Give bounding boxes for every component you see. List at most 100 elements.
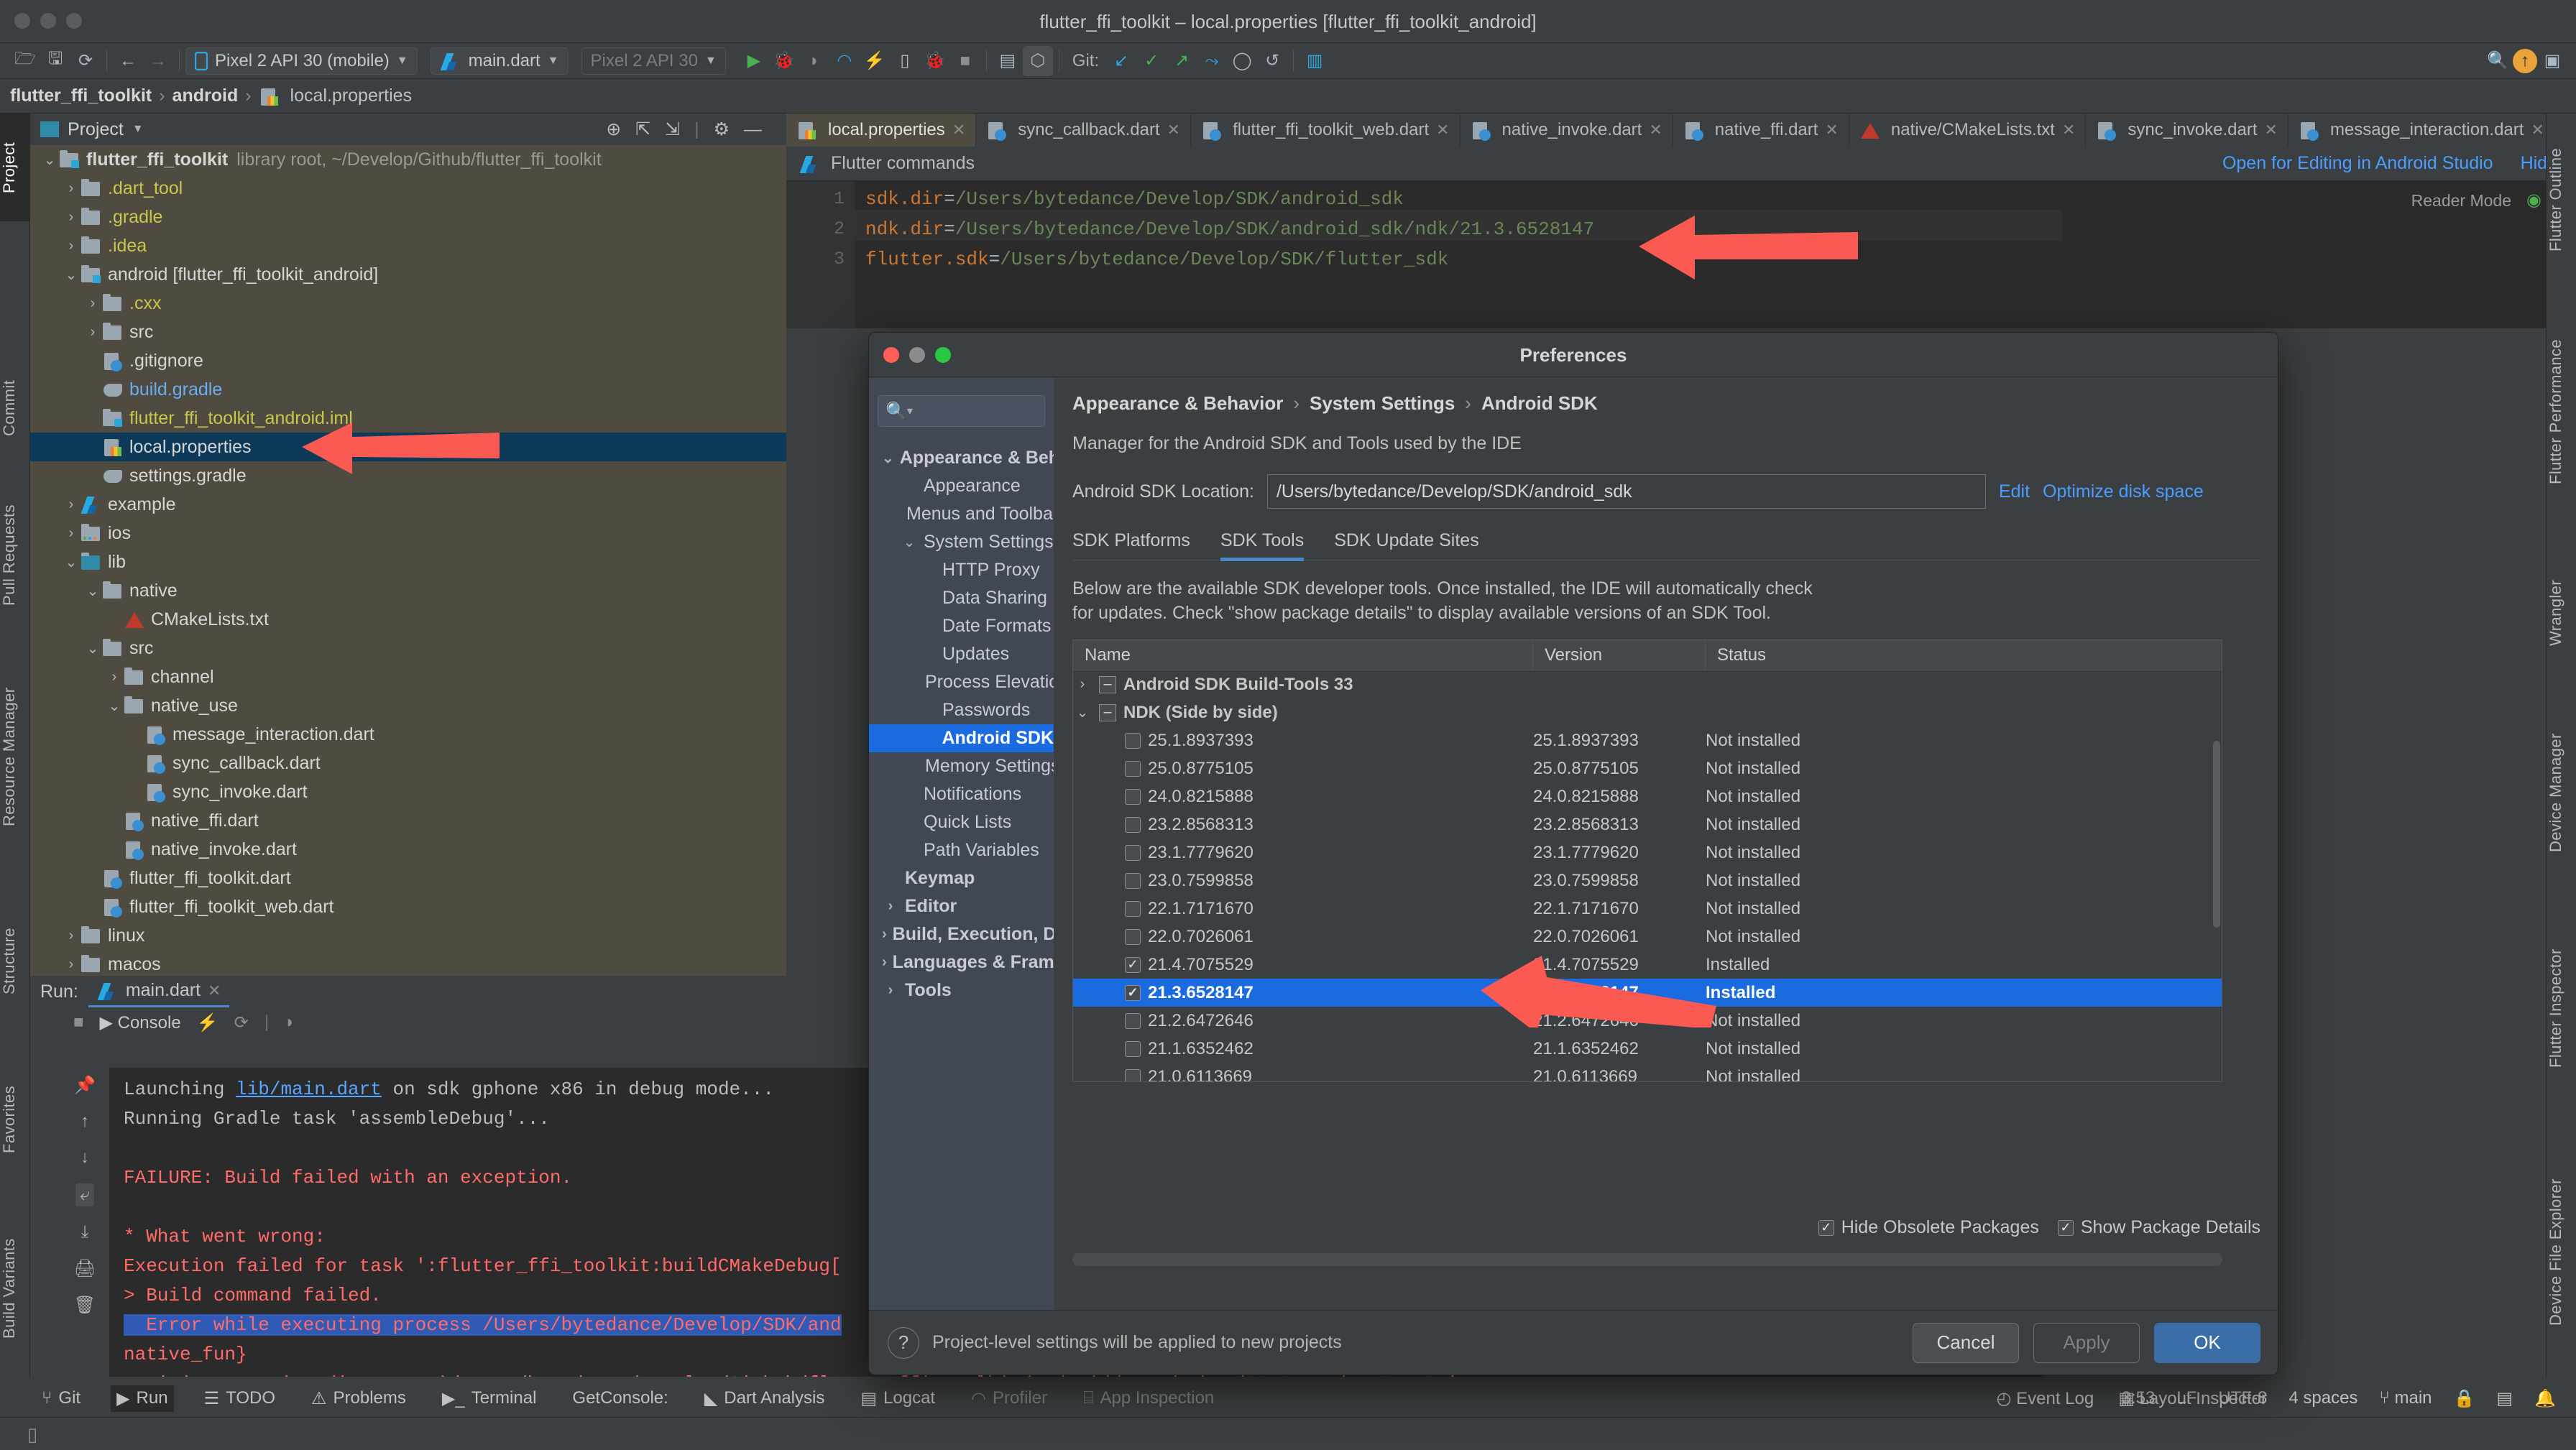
close-icon[interactable]: ✕	[952, 121, 965, 139]
tree-expander-icon[interactable]: ›	[105, 669, 124, 685]
tree-row[interactable]: native_ffi.dart	[30, 806, 786, 835]
sidebar-item-resource-manager[interactable]: Resource Manager	[0, 660, 30, 854]
tree-row[interactable]: ›.dart_tool	[30, 174, 786, 203]
tree-expander-icon[interactable]: ⌄	[105, 697, 124, 715]
tree-row[interactable]: sync_callback.dart	[30, 749, 786, 777]
expand-all-icon[interactable]: ⇱	[635, 119, 650, 140]
table-row[interactable]: 23.0.759985823.0.7599858Not installed	[1073, 867, 2222, 895]
chevron-down-icon[interactable]: ▼	[132, 123, 144, 136]
editor-tab[interactable]: sync_callback.dart✕	[976, 114, 1191, 147]
run-icon[interactable]: ▶	[739, 46, 769, 76]
column-header-status[interactable]: Status	[1706, 640, 2222, 670]
tree-row[interactable]: native_invoke.dart	[30, 835, 786, 864]
layout-inspector-button[interactable]: ▦ Layout Inspector	[2118, 1388, 2267, 1409]
status-bar-item-getconsole[interactable]: GetConsole:	[566, 1385, 673, 1411]
settings-search-input[interactable]: 🔍 ▾	[878, 395, 1045, 427]
sdk-location-input[interactable]	[1267, 474, 1986, 509]
run-config-selector[interactable]: main.dart ▼	[431, 47, 569, 75]
checkbox-icon[interactable]	[1125, 901, 1141, 917]
close-icon[interactable]: ✕	[1436, 121, 1449, 139]
close-icon[interactable]: ✕	[2531, 121, 2544, 139]
tree-expander-icon[interactable]: ›	[62, 497, 80, 513]
tree-expander-icon[interactable]: ›	[62, 180, 80, 197]
tree-row[interactable]: flutter_ffi_toolkit_android.iml	[30, 404, 786, 433]
settings-nav-item-quick-lists[interactable]: Quick Lists	[869, 808, 1054, 836]
close-icon[interactable]: ✕	[1167, 121, 1180, 139]
settings-nav-item-http-proxy[interactable]: HTTP Proxy	[869, 556, 1054, 584]
table-row[interactable]: 22.1.717167022.1.7171670Not installed	[1073, 895, 2222, 923]
horizontal-scrollbar[interactable]	[1072, 1253, 2222, 1266]
editor-tab[interactable]: native_ffi.dart✕	[1673, 114, 1849, 147]
open-in-android-studio-link[interactable]: Open for Editing in Android Studio	[2222, 153, 2493, 174]
tree-row[interactable]: ›.idea	[30, 231, 786, 260]
table-scrollbar[interactable]	[2213, 741, 2220, 928]
tree-row[interactable]: ›channel	[30, 662, 786, 691]
table-row[interactable]: ✓21.3.652814721.3.6528147Installed	[1073, 979, 2222, 1007]
table-row[interactable]: 24.0.821588824.0.8215888Not installed	[1073, 782, 2222, 811]
tree-expander-icon[interactable]: ›	[62, 238, 80, 254]
gear-icon[interactable]: ⚙	[714, 119, 730, 140]
tree-expander-icon[interactable]: ⌄	[40, 151, 59, 169]
memory-indicator-icon[interactable]: ▤	[2496, 1388, 2513, 1409]
sidebar-item-pull-requests[interactable]: Pull Requests	[0, 473, 30, 638]
checkbox-icon[interactable]	[1125, 761, 1141, 777]
event-log-button[interactable]: ◴ Event Log	[1997, 1388, 2094, 1409]
checkbox-icon[interactable]: ✓	[1125, 957, 1141, 973]
sidebar-item-device-manager[interactable]: Device Manager	[2547, 696, 2576, 890]
breadcrumb-module[interactable]: android	[172, 86, 239, 106]
cancel-button[interactable]: Cancel	[1913, 1323, 2019, 1363]
scroll-to-end-icon[interactable]: ⤓	[81, 1222, 89, 1242]
tree-row[interactable]: ⌄src	[30, 634, 786, 662]
chevron-icon[interactable]: ›	[882, 982, 899, 999]
tree-row[interactable]: ⌄native	[30, 576, 786, 605]
checkbox-icon[interactable]	[1125, 817, 1141, 833]
tree-row[interactable]: ›src	[30, 318, 786, 346]
sidebar-item-device-file-explorer[interactable]: Device File Explorer	[2547, 1134, 2576, 1371]
editor-gutter[interactable]: 1 2 3	[786, 181, 855, 328]
partial-checkbox-icon[interactable]: –	[1099, 676, 1116, 693]
editor-tab[interactable]: sync_invoke.dart✕	[2086, 114, 2288, 147]
hot-reload-icon[interactable]: ⚡	[860, 46, 890, 76]
tree-row[interactable]: flutter_ffi_toolkit_web.dart	[30, 892, 786, 921]
checkbox-icon[interactable]	[1125, 1069, 1141, 1083]
open-devtools-icon[interactable]: ◗	[285, 1012, 295, 1033]
editor-tab[interactable]: message_interaction.dart✕	[2288, 114, 2555, 147]
git-revert-icon[interactable]: ↺	[1257, 46, 1287, 76]
tree-row[interactable]: ›example	[30, 490, 786, 519]
sidebar-item-build-variants[interactable]: Build Variants	[0, 1206, 30, 1371]
hot-reload-icon[interactable]: ⚡	[197, 1012, 218, 1033]
checkbox-icon[interactable]	[1125, 929, 1141, 945]
settings-nav-item-appearance[interactable]: Appearance	[869, 472, 1054, 500]
settings-nav-item-path-variables[interactable]: Path Variables	[869, 836, 1054, 864]
code-editor[interactable]: 1 2 3 sdk.dir=/Users/bytedance/Develop/S…	[786, 181, 2576, 328]
table-body[interactable]: ›–Android SDK Build-Tools 33⌄–NDK (Side …	[1073, 670, 2222, 1082]
sidebar-item-wrangler[interactable]: Wrangler	[2547, 545, 2576, 681]
git-history-icon[interactable]: ◯	[1227, 46, 1257, 76]
status-bar-item-dart-analysis[interactable]: ◣Dart Analysis	[699, 1385, 831, 1412]
stop-icon[interactable]: ■	[950, 46, 980, 76]
scroll-down-icon[interactable]: ↓	[80, 1147, 89, 1168]
checkbox-icon[interactable]	[1125, 789, 1141, 805]
tree-expander-icon[interactable]: ›	[83, 295, 102, 312]
rerun-stop-icon[interactable]: ■	[73, 1012, 84, 1033]
sidebar-item-favorites[interactable]: Favorites	[0, 1048, 30, 1191]
settings-nav-item-updates[interactable]: Updates	[869, 640, 1054, 668]
status-bar-item-problems[interactable]: ⚠Problems	[305, 1385, 412, 1412]
tree-expander-icon[interactable]: ⌄	[62, 553, 80, 571]
close-icon[interactable]: ✕	[2062, 121, 2075, 139]
avd-manager-icon[interactable]: ▤	[993, 46, 1023, 76]
chevron-icon[interactable]: ›	[882, 954, 887, 971]
tree-row[interactable]: message_interaction.dart	[30, 720, 786, 749]
tree-expander-icon[interactable]: ›	[83, 324, 102, 341]
editor-tab[interactable]: native/CMakeLists.txt✕	[1849, 114, 2087, 147]
edit-sdk-location-link[interactable]: Edit	[1999, 481, 2030, 502]
chevron-icon[interactable]: ›	[882, 898, 899, 915]
settings-nav-item-build-execution-deployment[interactable]: ›Build, Execution, Deployment	[869, 920, 1054, 948]
hot-restart-icon[interactable]: ⟳	[234, 1012, 249, 1033]
soft-wrap-icon[interactable]: ⤶	[75, 1183, 93, 1206]
tab-sdk-tools[interactable]: SDK Tools	[1220, 530, 1304, 551]
terminal-icon[interactable]: ▯	[27, 1423, 37, 1446]
tree-row[interactable]: ›.cxx	[30, 289, 786, 318]
git-branch-icon[interactable]: ⤳	[1197, 46, 1227, 76]
search-icon[interactable]: 🔍	[2483, 46, 2513, 76]
